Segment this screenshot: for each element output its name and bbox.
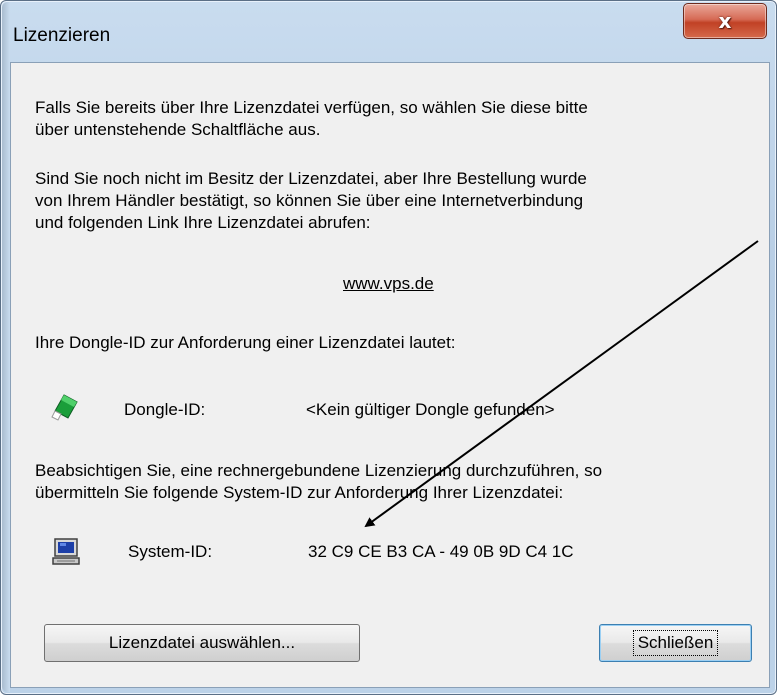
select-license-file-button[interactable]: Lizenzdatei auswählen... (44, 624, 360, 662)
close-button-label: Schließen (632, 630, 719, 656)
window-title: Lizenzieren (13, 25, 111, 46)
para3-line2: übermitteln Sie folgende System-ID zur A… (35, 483, 564, 502)
dialog-client-area (10, 62, 770, 688)
close-button[interactable]: Schließen (599, 624, 752, 662)
dongle-id-label: Dongle-ID: (124, 400, 206, 419)
dongle-intro-text: Ihre Dongle-ID zur Anforderung einer Liz… (35, 333, 456, 352)
vps-link[interactable]: www.vps.de (343, 273, 434, 294)
close-icon: x (718, 9, 732, 33)
system-id-value: 32 C9 CE B3 CA - 49 0B 9D C4 1C (308, 542, 574, 561)
para2-line2: von Ihrem Händler bestätigt, so können S… (35, 191, 584, 210)
para2-line1: Sind Sie noch nicht im Besitz der Lizenz… (35, 169, 587, 188)
para1-line1: Falls Sie bereits über Ihre Lizenzdatei … (35, 98, 588, 117)
window-frame-left (2, 2, 10, 692)
usb-dongle-icon (51, 394, 78, 421)
para1-line2: über untenstehende Schaltfläche aus. (35, 120, 321, 139)
para3-line1: Beabsichtigen Sie, eine rechnergebundene… (35, 461, 603, 480)
para2-line3: und folgenden Link Ihre Lizenzdatei abru… (35, 213, 371, 232)
select-license-file-label: Lizenzdatei auswählen... (108, 633, 296, 652)
system-id-label: System-ID: (128, 542, 213, 561)
window-close-button[interactable]: x (683, 3, 767, 39)
computer-icon (52, 538, 80, 565)
dongle-id-value: <Kein gültiger Dongle gefunden> (306, 400, 555, 419)
